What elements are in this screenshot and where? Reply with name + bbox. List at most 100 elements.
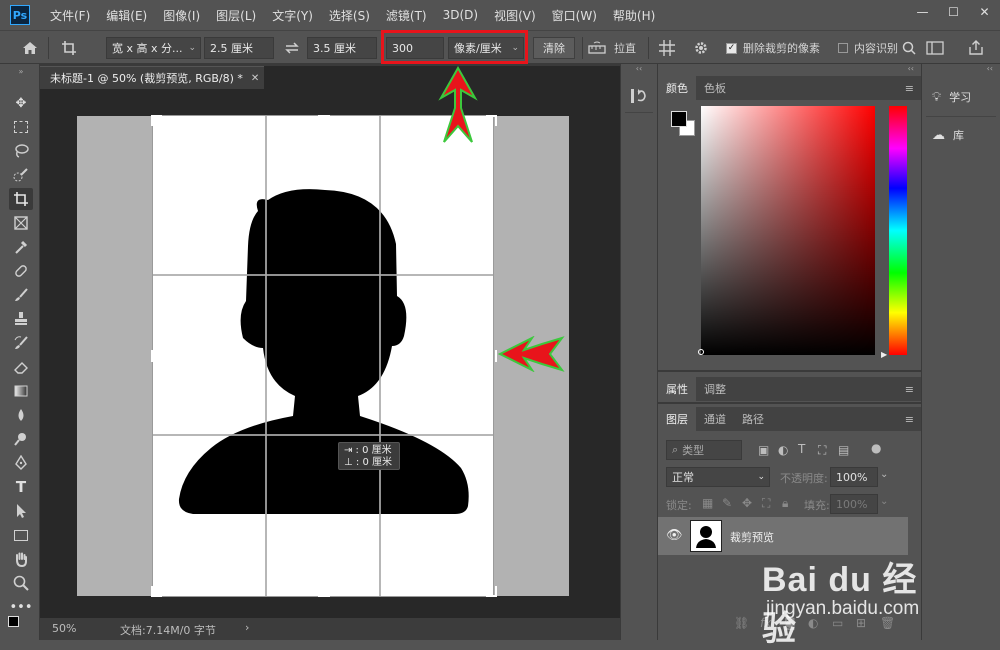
- tab-channels[interactable]: 通道: [696, 407, 734, 431]
- tab-swatches[interactable]: 色板: [696, 76, 734, 100]
- crop-tool-icon[interactable]: [9, 188, 33, 210]
- filter-shape-icon[interactable]: ⛶: [818, 443, 826, 458]
- type-tool-icon[interactable]: T: [9, 476, 33, 498]
- more-tools-icon[interactable]: •••: [9, 596, 33, 618]
- link-layers-icon[interactable]: ⛓: [734, 616, 749, 630]
- workspace-button[interactable]: [926, 37, 948, 59]
- color-field[interactable]: [698, 106, 875, 355]
- marquee-tool-icon[interactable]: [9, 116, 33, 138]
- filter-smart-object-icon[interactable]: ▤: [838, 443, 849, 457]
- tab-color[interactable]: 颜色: [658, 76, 696, 100]
- menu-select[interactable]: 选择(S): [321, 7, 378, 24]
- menu-view[interactable]: 视图(V): [486, 7, 544, 24]
- foreground-swatch-mini[interactable]: [8, 616, 19, 627]
- visibility-eye-icon[interactable]: 👁︎: [666, 528, 683, 543]
- history-brush-tool-icon[interactable]: [9, 332, 33, 354]
- menu-edit[interactable]: 编辑(E): [98, 7, 155, 24]
- pen-tool-icon[interactable]: [9, 452, 33, 474]
- tab-paths[interactable]: 路径: [734, 407, 772, 431]
- layer-filter-select[interactable]: ⌕ 类型: [666, 440, 742, 460]
- hand-tool-icon[interactable]: [9, 548, 33, 570]
- menu-file[interactable]: 文件(F): [42, 7, 98, 24]
- crop-preset-button[interactable]: [56, 37, 82, 59]
- lock-all-icon[interactable]: 🔒︎: [782, 496, 788, 511]
- lock-transparent-icon[interactable]: ▦: [702, 496, 713, 510]
- foreground-color-swatch[interactable]: [671, 111, 687, 127]
- crop-width-input[interactable]: 2.5 厘米: [204, 37, 274, 59]
- zoom-level[interactable]: 50%: [52, 622, 76, 635]
- maximize-button[interactable]: ☐: [938, 0, 969, 24]
- ratio-select[interactable]: 宽 x 高 x 分... ⌄: [106, 37, 201, 59]
- panel-menu-icon[interactable]: ≡: [905, 383, 914, 396]
- collapse-arrows-icon[interactable]: »: [9, 66, 33, 76]
- layer-row[interactable]: 👁︎ 裁剪预览: [658, 517, 908, 555]
- swap-dimensions-button[interactable]: [282, 37, 302, 59]
- filter-adjustment-icon[interactable]: ◐: [778, 443, 788, 457]
- menu-type[interactable]: 文字(Y): [264, 7, 321, 24]
- eraser-tool-icon[interactable]: [9, 356, 33, 378]
- collapse-arrows-icon[interactable]: ‹‹: [922, 64, 1000, 74]
- lock-position-icon[interactable]: ✥: [742, 496, 752, 510]
- lock-pixels-icon[interactable]: ✎: [722, 496, 732, 510]
- collapse-arrows-icon[interactable]: ‹‹: [621, 64, 657, 74]
- overlay-options-button[interactable]: [656, 37, 678, 59]
- panel-menu-icon[interactable]: ≡: [905, 82, 914, 95]
- color-swatches-mini[interactable]: [8, 616, 32, 636]
- tab-properties[interactable]: 属性: [658, 377, 696, 401]
- menu-layer[interactable]: 图层(L): [208, 7, 264, 24]
- menu-help[interactable]: 帮助(H): [605, 7, 663, 24]
- learn-panel-button[interactable]: 💡︎ 学习: [932, 86, 994, 108]
- stamp-tool-icon[interactable]: [9, 308, 33, 330]
- share-button[interactable]: [968, 37, 990, 59]
- delete-cropped-checkbox[interactable]: ✓ 删除裁剪的像素: [726, 37, 826, 59]
- tab-layers[interactable]: 图层: [658, 407, 696, 431]
- menu-image[interactable]: 图像(I): [155, 7, 208, 24]
- library-panel-button[interactable]: ☁ 库: [932, 124, 994, 146]
- panel-menu-icon[interactable]: ≡: [905, 413, 914, 426]
- collapse-arrows-icon[interactable]: ‹‹: [658, 64, 922, 74]
- tab-adjustments[interactable]: 调整: [696, 377, 734, 401]
- rectangle-tool-icon[interactable]: [9, 524, 33, 546]
- chevron-down-icon[interactable]: ⌄: [880, 469, 888, 480]
- lock-artboard-icon[interactable]: ⛶: [762, 496, 770, 511]
- content-aware-checkbox[interactable]: 内容识别: [838, 37, 902, 59]
- history-panel-button[interactable]: [629, 86, 651, 108]
- color-picker-cursor[interactable]: [698, 349, 704, 355]
- filter-pixel-icon[interactable]: ▣: [758, 443, 769, 457]
- dodge-tool-icon[interactable]: [9, 428, 33, 450]
- blend-mode-select[interactable]: 正常 ⌄: [666, 467, 770, 487]
- blur-tool-icon[interactable]: [9, 404, 33, 426]
- document-tab[interactable]: 未标题-1 @ 50% (裁剪预览, RGB/8) * ✕: [40, 66, 264, 89]
- gradient-tool-icon[interactable]: [9, 380, 33, 402]
- home-button[interactable]: [16, 37, 44, 59]
- frame-tool-icon[interactable]: [9, 212, 33, 234]
- close-tab-icon[interactable]: ✕: [251, 73, 259, 84]
- layer-name[interactable]: 裁剪预览: [730, 529, 774, 545]
- menu-filter[interactable]: 滤镜(T): [378, 7, 435, 24]
- chevron-down-icon[interactable]: ⌄: [880, 496, 888, 507]
- move-tool-icon[interactable]: ✥: [9, 92, 33, 114]
- crop-settings-button[interactable]: [690, 37, 712, 59]
- quick-select-tool-icon[interactable]: [9, 164, 33, 186]
- brush-tool-icon[interactable]: [9, 284, 33, 306]
- straighten-button[interactable]: 拉直: [588, 37, 640, 59]
- hue-slider-marker-icon[interactable]: ▶: [881, 350, 887, 359]
- crop-height-input[interactable]: 3.5 厘米: [307, 37, 377, 59]
- crop-handles[interactable]: [144, 106, 504, 606]
- menu-3d[interactable]: 3D(D): [435, 8, 486, 22]
- menu-window[interactable]: 窗口(W): [544, 7, 605, 24]
- filter-type-icon[interactable]: T: [798, 442, 805, 456]
- hue-slider[interactable]: [889, 106, 907, 355]
- search-button[interactable]: [902, 37, 920, 59]
- chevron-right-icon[interactable]: ›: [245, 621, 249, 634]
- filter-toggle-icon[interactable]: ●: [871, 441, 881, 455]
- clear-button[interactable]: 清除: [533, 37, 575, 59]
- close-button[interactable]: ✕: [969, 0, 1000, 24]
- zoom-tool-icon[interactable]: [9, 572, 33, 594]
- path-select-tool-icon[interactable]: [9, 500, 33, 522]
- opacity-input[interactable]: 100%: [830, 467, 878, 487]
- lasso-tool-icon[interactable]: [9, 140, 33, 162]
- eyedropper-tool-icon[interactable]: [9, 236, 33, 258]
- minimize-button[interactable]: —: [907, 0, 938, 24]
- healing-brush-tool-icon[interactable]: [9, 260, 33, 282]
